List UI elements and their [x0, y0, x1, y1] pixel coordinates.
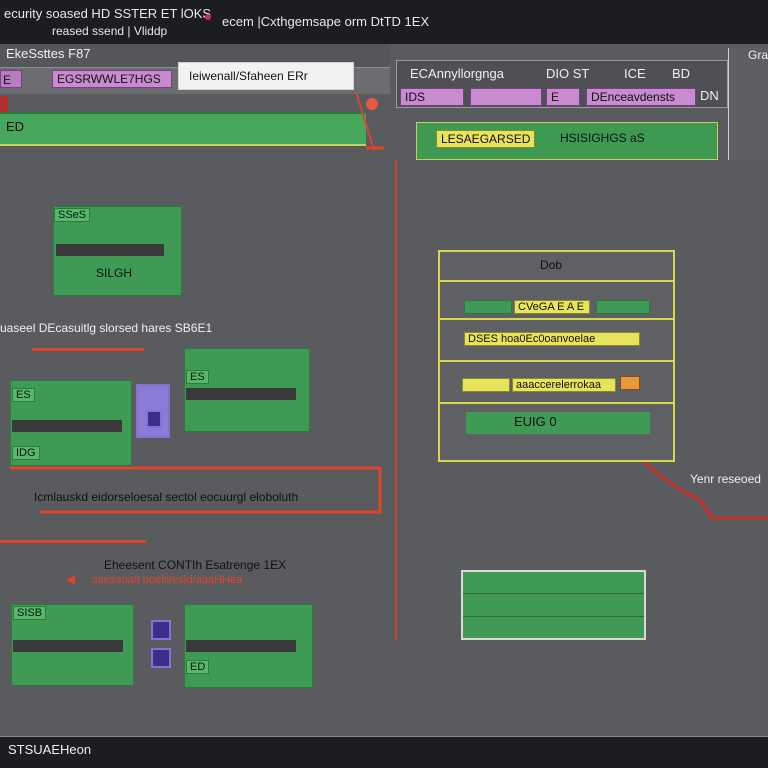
- record-indicator-icon: [205, 14, 211, 20]
- status-label: LESAEGARSED: [436, 130, 536, 148]
- link-handle[interactable]: [146, 410, 162, 428]
- arrow-left-icon: ◀: [66, 572, 76, 586]
- tab[interactable]: E: [546, 88, 580, 106]
- section-title: Eheesent CONTIh Esatrenge 1EX: [104, 558, 287, 572]
- node-footer: SILGH: [96, 266, 133, 280]
- row-button[interactable]: [464, 300, 512, 314]
- tab-second[interactable]: EGSRWWLE7HGS: [52, 70, 172, 88]
- node-badge: SISB: [13, 606, 47, 620]
- flag-icon[interactable]: [620, 376, 640, 390]
- tab[interactable]: DN: [700, 88, 719, 103]
- node-badge: ES: [186, 370, 209, 384]
- section-subtitle: saesaoa8 boeltl/es|d/aaaHHea: [92, 574, 243, 586]
- node-bar: [186, 640, 296, 652]
- side-pane-label: Grak: [748, 48, 768, 62]
- list-item-label[interactable]: CVeGA E A E: [514, 300, 590, 314]
- row-divider: [438, 318, 675, 320]
- node-badge: SSeS: [54, 208, 91, 222]
- link-block[interactable]: [151, 648, 171, 668]
- node-badge: ED: [186, 660, 210, 674]
- status-banner: [0, 112, 366, 146]
- list-item-label[interactable]: DSES hoa0Ec0oanvoelae: [464, 332, 640, 346]
- window-title: ecurity soased HD SSTER ET lOKS: [4, 6, 212, 21]
- node-badge: ES: [12, 388, 35, 402]
- tab[interactable]: DEnceavdensts: [586, 88, 696, 106]
- node-bar: [186, 388, 296, 400]
- row-divider: [438, 360, 675, 362]
- tab[interactable]: [470, 88, 542, 106]
- connector-label: Icmlauskd eidorseloesal sectol eocuurgl …: [34, 490, 299, 504]
- list-footer: [466, 412, 650, 434]
- table-row-divider: [463, 616, 644, 617]
- link-block[interactable]: [151, 620, 171, 640]
- table-row-divider: [463, 593, 644, 594]
- column-header: DIO ST: [546, 66, 590, 81]
- tab-label: E: [3, 73, 12, 87]
- address-text[interactable]: ecem |Cxthgemsape orm DtTD 1EX: [222, 14, 429, 29]
- side-pane[interactable]: [728, 48, 768, 160]
- status-bar-label: STSUAEHeon: [8, 742, 92, 757]
- section-underline: [32, 348, 144, 351]
- panel-divider[interactable]: [395, 160, 397, 640]
- right-panel-title: ECAnnyllorgnga: [410, 66, 504, 81]
- left-panel-title: EkeSsttes F87: [6, 46, 91, 61]
- status-banner-label: ED: [6, 119, 25, 134]
- column-header: ICE: [624, 66, 646, 81]
- list-item-chip[interactable]: [462, 378, 510, 392]
- callout-label: Yenr reseoed: [690, 472, 761, 486]
- column-header: BD: [672, 66, 691, 81]
- row-button[interactable]: [596, 300, 650, 314]
- summary-table[interactable]: [461, 570, 646, 640]
- window-subtitle: reased ssend | Vliddp: [52, 24, 168, 38]
- row-divider: [438, 402, 675, 404]
- row-divider: [438, 280, 675, 282]
- list-header: Dob: [540, 258, 563, 272]
- divider-line: [0, 540, 146, 543]
- tab[interactable]: IDS: [400, 88, 464, 106]
- list-item-label[interactable]: aaaccerelerrokaa: [512, 378, 616, 392]
- node-bar: [12, 420, 122, 432]
- node-bar: [13, 640, 123, 652]
- tab-active[interactable]: Ieiwenall/Sfaheen ERr: [178, 62, 354, 90]
- status-text: HSISIGHGS aS: [560, 131, 645, 145]
- node-bar: [56, 244, 164, 256]
- list-footer-label: EUIG 0: [514, 414, 557, 429]
- status-bar: [0, 736, 768, 768]
- node-badge: IDG: [12, 446, 40, 460]
- section-label: uaseel DEcasuitlg slorsed hares SB6E1: [0, 321, 213, 335]
- tab-first[interactable]: E: [0, 70, 22, 88]
